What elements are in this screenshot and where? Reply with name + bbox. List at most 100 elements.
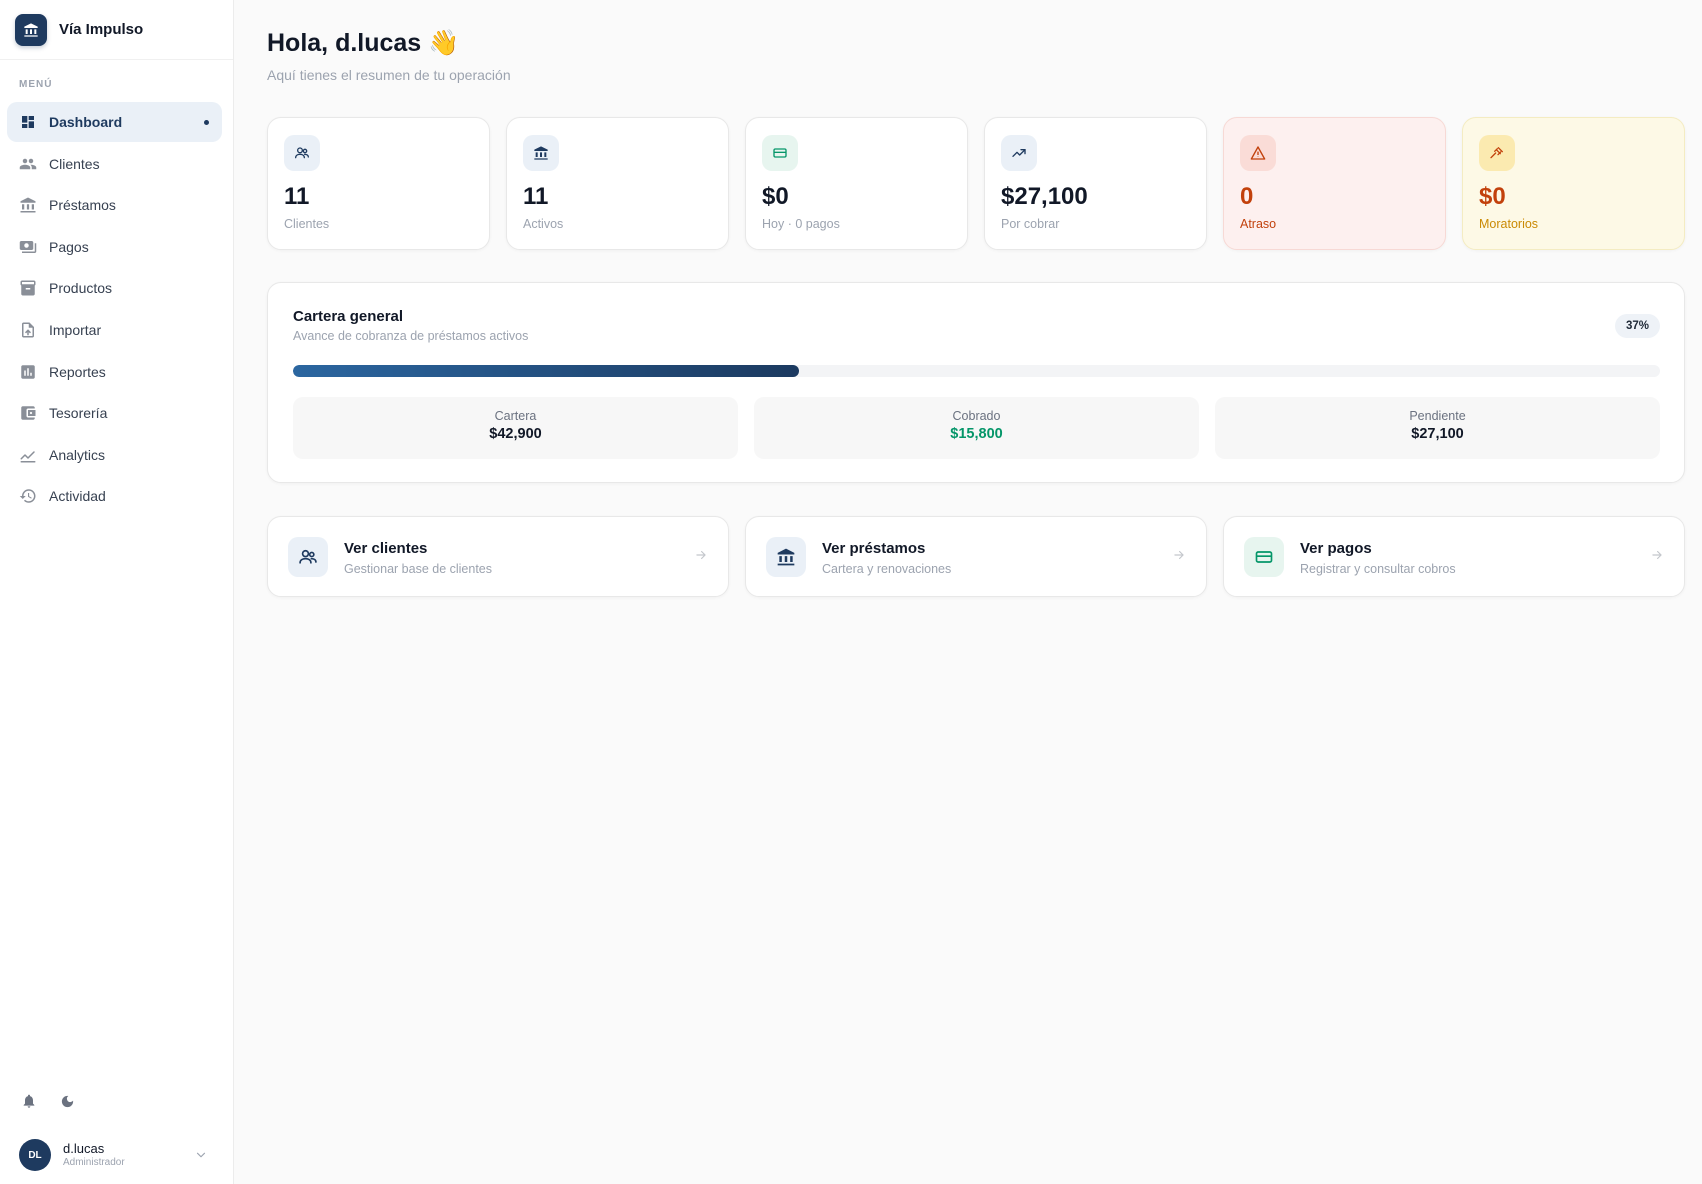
page-title: Hola, d.lucas 👋 (267, 29, 460, 57)
summary-cartera: Cartera $42,900 (293, 397, 738, 459)
warning-icon (1240, 135, 1276, 171)
summary-pendiente: Pendiente $27,100 (1215, 397, 1660, 459)
stat-label: Hoy · 0 pagos (762, 217, 840, 231)
cartera-card: Cartera general Avance de cobranza de pr… (267, 282, 1685, 483)
brand[interactable]: Vía Impulso (0, 0, 233, 60)
user-info: d.lucas Administrador (63, 1141, 125, 1169)
bell-icon[interactable] (20, 1092, 38, 1110)
history-icon (19, 487, 37, 505)
sidebar-item-tesoreria[interactable]: Tesorería (7, 393, 222, 433)
arrow-right-icon (1650, 548, 1664, 567)
summary-value: $42,900 (489, 426, 542, 442)
action-title: Ver pagos (1300, 540, 1372, 557)
sidebar-item-label: Productos (49, 280, 113, 297)
trending-up-icon (1001, 135, 1037, 171)
cash-icon (762, 135, 798, 171)
sidebar-item-clientes[interactable]: Clientes (7, 144, 222, 184)
sidebar-item-label: Analytics (49, 446, 106, 463)
stat-card-moratorios: $0 Moratorios (1462, 117, 1685, 250)
bank-icon (766, 537, 806, 577)
stat-card-hoy: $0 Hoy · 0 pagos (745, 117, 968, 250)
progress-fill (293, 365, 799, 377)
user-role: Administrador (63, 1156, 125, 1168)
stat-label: Por cobrar (1001, 217, 1060, 231)
sidebar-item-importar[interactable]: Importar (7, 310, 222, 350)
stat-label: Clientes (284, 217, 330, 231)
cartera-summary: Cartera $42,900 Cobrado $15,800 Pendient… (293, 397, 1660, 459)
action-subtitle: Cartera y renovaciones (822, 562, 952, 576)
stats-row: 11 Clientes 11 Activos $0 Hoy · 0 pagos … (267, 117, 1685, 250)
bank-icon (19, 196, 37, 214)
action-title: Ver clientes (344, 540, 428, 557)
stat-value: 11 (523, 183, 549, 210)
sidebar-item-dashboard[interactable]: Dashboard (7, 102, 222, 142)
users-icon (284, 135, 320, 171)
sidebar-item-pagos[interactable]: Pagos (7, 227, 222, 267)
arrow-right-icon (694, 548, 708, 567)
action-title: Ver préstamos (822, 540, 926, 557)
sidebar-item-actividad[interactable]: Actividad (7, 476, 222, 516)
summary-cobrado: Cobrado $15,800 (754, 397, 1199, 459)
cartera-title: Cartera general (293, 308, 404, 325)
archive-icon (19, 279, 37, 297)
ver-clientes-card[interactable]: Ver clientes Gestionar base de clientes (267, 516, 729, 597)
wallet-icon (19, 404, 37, 422)
stat-card-activos: 11 Activos (506, 117, 729, 250)
dashboard-icon (19, 113, 37, 131)
page-subtitle: Aquí tienes el resumen de tu operación (267, 67, 511, 83)
bank-icon (15, 13, 47, 46)
sidebar-item-productos[interactable]: Productos (7, 268, 222, 308)
stat-value: $0 (1479, 183, 1506, 210)
sidebar-item-label: Pagos (49, 238, 89, 255)
sidebar-item-label: Actividad (49, 488, 106, 505)
user-name: d.lucas (63, 1141, 105, 1157)
gavel-icon (1479, 135, 1515, 171)
summary-value: $15,800 (950, 426, 1003, 442)
sidebar-item-label: Tesorería (49, 405, 108, 422)
sidebar-item-prestamos[interactable]: Préstamos (7, 185, 222, 225)
sidebar-item-label: Dashboard (49, 114, 123, 130)
brand-name: Vía Impulso (59, 21, 144, 38)
sidebar-item-label: Importar (49, 321, 102, 338)
cartera-subtitle: Avance de cobranza de préstamos activos (293, 329, 529, 343)
menu-title: MENÚ (19, 79, 53, 90)
sidebar-item-analytics[interactable]: Analytics (7, 435, 222, 475)
stat-card-atraso: 0 Atraso (1223, 117, 1446, 250)
stat-label: Moratorios (1479, 217, 1539, 231)
moon-icon[interactable] (58, 1092, 76, 1110)
user-menu[interactable]: DL d.lucas Administrador (19, 1138, 214, 1172)
sidebar-item-label: Préstamos (49, 197, 116, 214)
cash-icon (1244, 537, 1284, 577)
summary-value: $27,100 (1411, 426, 1464, 442)
sidebar-item-reportes[interactable]: Reportes (7, 352, 222, 392)
users-icon (288, 537, 328, 577)
active-indicator (204, 120, 209, 125)
percent-badge: 37% (1614, 314, 1660, 338)
ver-pagos-card[interactable]: Ver pagos Registrar y consultar cobros (1223, 516, 1685, 597)
stat-card-clientes: 11 Clientes (267, 117, 490, 250)
stat-label: Atraso (1240, 217, 1277, 231)
bank-icon (523, 135, 559, 171)
chevron-down-icon (194, 1148, 208, 1167)
progress-bar (293, 365, 1660, 377)
sidebar: Vía Impulso MENÚ Dashboard Clientes Prés… (0, 0, 234, 1184)
bar-chart-icon (19, 363, 37, 381)
quick-actions: Ver clientes Gestionar base de clientes … (267, 516, 1685, 597)
analytics-icon (19, 446, 37, 464)
summary-label: Cobrado (952, 409, 1001, 423)
stat-value: $0 (762, 183, 789, 210)
stat-label: Activos (523, 217, 564, 231)
ver-prestamos-card[interactable]: Ver préstamos Cartera y renovaciones (745, 516, 1207, 597)
file-upload-icon (19, 321, 37, 339)
summary-label: Cartera (494, 409, 537, 423)
summary-label: Pendiente (1409, 409, 1466, 423)
sidebar-nav: Dashboard Clientes Préstamos Pagos Produ… (7, 102, 222, 518)
users-icon (19, 155, 37, 173)
sidebar-utilities (20, 1092, 76, 1110)
sidebar-item-label: Clientes (49, 155, 100, 172)
stat-value: 11 (284, 183, 310, 210)
arrow-right-icon (1172, 548, 1186, 567)
action-subtitle: Registrar y consultar cobros (1300, 562, 1456, 576)
stat-value: $27,100 (1001, 183, 1088, 210)
payments-icon (19, 238, 37, 256)
